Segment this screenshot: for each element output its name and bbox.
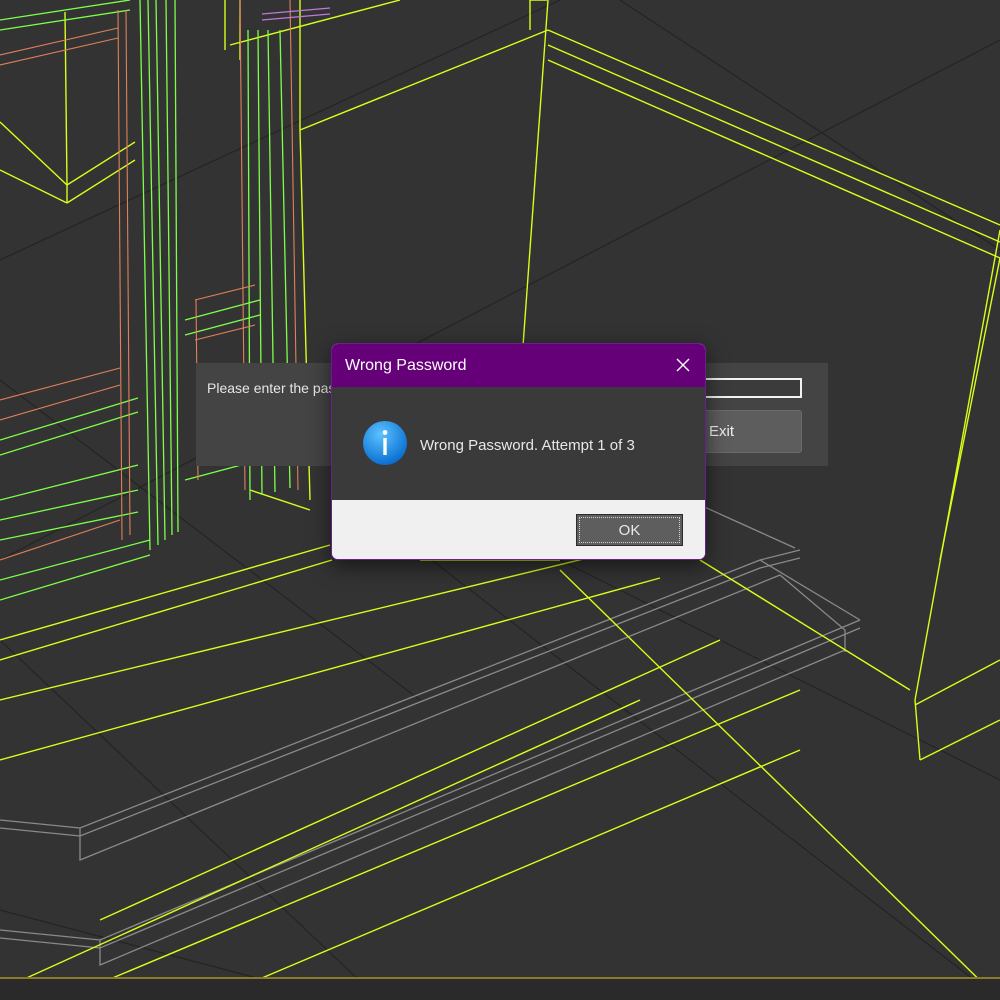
exit-button[interactable]: Exit	[696, 410, 802, 453]
ok-button[interactable]: OK	[576, 514, 683, 546]
password-input[interactable]	[696, 378, 802, 398]
ok-button-label: OK	[618, 521, 641, 539]
viewport-bottom-strip	[0, 977, 1000, 1000]
info-icon	[362, 420, 408, 466]
message-box-body: Wrong Password. Attempt 1 of 3	[332, 387, 705, 500]
message-text: Wrong Password. Attempt 1 of 3	[420, 437, 635, 454]
message-box-footer: OK	[332, 500, 705, 559]
close-icon[interactable]	[667, 350, 699, 380]
message-box: Wrong Password Wrong Password. Attempt 1…	[331, 343, 706, 560]
password-prompt-label: Please enter the password	[207, 380, 337, 396]
message-box-titlebar[interactable]: Wrong Password	[332, 344, 705, 387]
message-box-title: Wrong Password	[345, 357, 467, 374]
